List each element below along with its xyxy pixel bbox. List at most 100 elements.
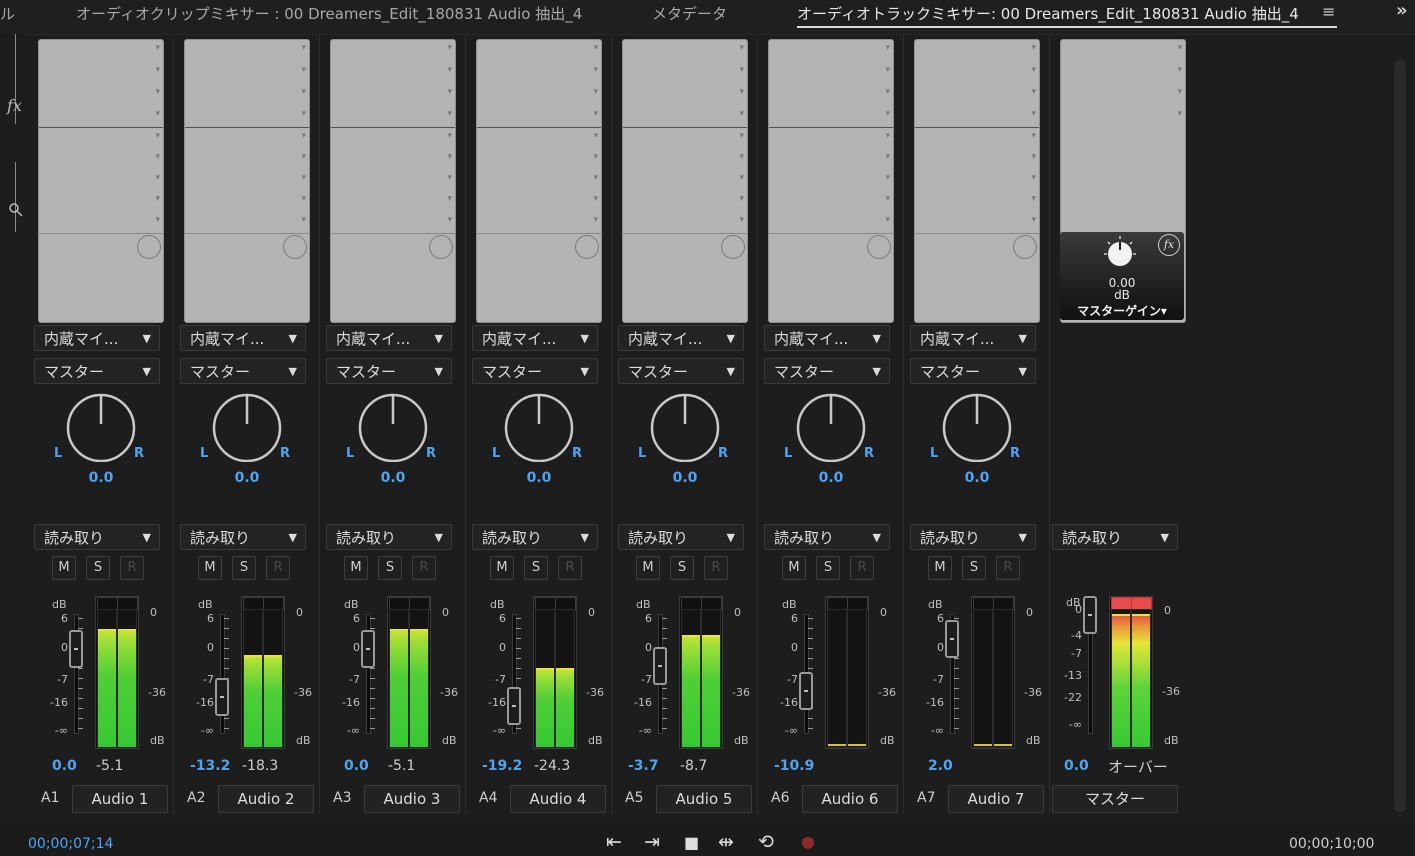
track-name[interactable]: Audio 6 bbox=[802, 785, 898, 813]
effects-sends-panel[interactable]: ▾ ▾ ▾ ▾ ▾ ▾ ▾ ▾ ▾ bbox=[330, 39, 456, 323]
fx-slot-dropdown-icon[interactable]: ▾ bbox=[1177, 88, 1182, 97]
master-fader-handle[interactable] bbox=[1083, 596, 1097, 634]
fx-slot-dropdown-icon[interactable]: ▾ bbox=[1031, 132, 1036, 141]
fx-slot-dropdown-icon[interactable]: ▾ bbox=[447, 195, 452, 204]
volume-fader-handle[interactable] bbox=[653, 646, 667, 685]
solo-button[interactable]: S bbox=[670, 556, 694, 580]
volume-value[interactable]: 2.0 bbox=[928, 758, 953, 774]
effects-sends-panel[interactable]: ▾ ▾ ▾ ▾ ▾ ▾ ▾ ▾ ▾ bbox=[914, 39, 1040, 323]
fx-slot-dropdown-icon[interactable]: ▾ bbox=[593, 174, 598, 183]
mute-button[interactable]: M bbox=[782, 556, 806, 580]
effects-sends-panel[interactable]: ▾ ▾ ▾ ▾ ▾ ▾ ▾ ▾ ▾ bbox=[476, 39, 602, 323]
panel-menu-icon[interactable]: ≡ bbox=[1322, 2, 1335, 21]
fx-slot-dropdown-icon[interactable]: ▾ bbox=[447, 88, 452, 97]
automation-mode-select[interactable]: 読み取り ▼ bbox=[326, 524, 452, 550]
track-name[interactable]: Audio 7 bbox=[948, 785, 1044, 813]
fx-slot-dropdown-icon[interactable]: ▾ bbox=[739, 195, 744, 204]
fx-slot-dropdown-icon[interactable]: ▾ bbox=[739, 174, 744, 183]
fx-slot-dropdown-icon[interactable]: ▾ bbox=[739, 88, 744, 97]
record-enable-button[interactable]: R bbox=[850, 556, 874, 580]
track-name[interactable]: Audio 3 bbox=[364, 785, 460, 813]
fx-slot-dropdown-icon[interactable]: ▾ bbox=[301, 153, 306, 162]
pan-value[interactable]: 0.0 bbox=[346, 470, 440, 486]
solo-button[interactable]: S bbox=[962, 556, 986, 580]
volume-fader-handle[interactable] bbox=[945, 620, 959, 659]
fx-slot-dropdown-icon[interactable]: ▾ bbox=[155, 44, 160, 53]
current-timecode[interactable]: 00;00;07;14 bbox=[28, 836, 113, 852]
fx-slot-dropdown-icon[interactable]: ▾ bbox=[1031, 216, 1036, 225]
effects-section-icon[interactable]: fx bbox=[7, 96, 22, 115]
volume-value[interactable]: 0.0 bbox=[52, 758, 77, 774]
fx-slot-dropdown-icon[interactable]: ▾ bbox=[447, 216, 452, 225]
fx-slot-dropdown-icon[interactable]: ▾ bbox=[447, 153, 452, 162]
output-select[interactable]: マスター ▼ bbox=[764, 358, 890, 384]
go-to-in-icon[interactable]: ⇤ bbox=[606, 831, 622, 853]
effects-sends-panel[interactable]: ▾ ▾ ▾ ▾ ▾ ▾ ▾ ▾ ▾ bbox=[184, 39, 310, 323]
master-volume-value[interactable]: 0.0 bbox=[1064, 758, 1089, 774]
effects-sends-panel[interactable]: ▾ ▾ ▾ ▾ ▾ ▾ ▾ ▾ ▾ bbox=[38, 39, 164, 323]
record-enable-button[interactable]: R bbox=[558, 556, 582, 580]
tab-partial[interactable]: ル bbox=[0, 3, 15, 24]
solo-button[interactable]: S bbox=[378, 556, 402, 580]
pan-knob[interactable]: L R 0.0 bbox=[346, 392, 440, 492]
input-select[interactable]: 内蔵マイ... ▼ bbox=[910, 325, 1036, 351]
fx-slot-dropdown-icon[interactable]: ▾ bbox=[1031, 88, 1036, 97]
pan-value[interactable]: 0.0 bbox=[638, 470, 732, 486]
fx-slot-dropdown-icon[interactable]: ▾ bbox=[739, 153, 744, 162]
pan-knob[interactable]: L R 0.0 bbox=[784, 392, 878, 492]
fx-slot-dropdown-icon[interactable]: ▾ bbox=[885, 216, 890, 225]
input-select[interactable]: 内蔵マイ... ▼ bbox=[326, 325, 452, 351]
volume-fader-handle[interactable] bbox=[361, 630, 375, 668]
volume-value[interactable]: 0.0 bbox=[344, 758, 369, 774]
master-gain-knob-icon[interactable] bbox=[1100, 236, 1140, 270]
input-select[interactable]: 内蔵マイ... ▼ bbox=[618, 325, 744, 351]
volume-value[interactable]: -13.2 bbox=[190, 758, 230, 774]
fx-slot-dropdown-icon[interactable]: ▾ bbox=[885, 195, 890, 204]
tab-metadata[interactable]: メタデータ bbox=[652, 3, 727, 24]
solo-button[interactable]: S bbox=[232, 556, 256, 580]
fx-slot-dropdown-icon[interactable]: ▾ bbox=[301, 174, 306, 183]
fx-slot-dropdown-icon[interactable]: ▾ bbox=[301, 216, 306, 225]
mute-button[interactable]: M bbox=[344, 556, 368, 580]
fx-slot-dropdown-icon[interactable]: ▾ bbox=[885, 44, 890, 53]
fx-slot-dropdown-icon[interactable]: ▾ bbox=[447, 132, 452, 141]
pan-knob[interactable]: L R 0.0 bbox=[638, 392, 732, 492]
fx-slot-dropdown-icon[interactable]: ▾ bbox=[739, 44, 744, 53]
pan-value[interactable]: 0.0 bbox=[784, 470, 878, 486]
fader-track[interactable] bbox=[220, 614, 225, 734]
fx-slot-dropdown-icon[interactable]: ▾ bbox=[739, 66, 744, 75]
fx-slot-dropdown-icon[interactable]: ▾ bbox=[885, 174, 890, 183]
pan-value[interactable]: 0.0 bbox=[492, 470, 586, 486]
input-select[interactable]: 内蔵マイ... ▼ bbox=[764, 325, 890, 351]
fx-slot-dropdown-icon[interactable]: ▾ bbox=[1031, 174, 1036, 183]
automation-mode-select[interactable]: 読み取り ▼ bbox=[910, 524, 1036, 550]
volume-fader-handle[interactable] bbox=[69, 630, 83, 668]
pan-value[interactable]: 0.0 bbox=[930, 470, 1024, 486]
fx-slot-dropdown-icon[interactable]: ▾ bbox=[155, 88, 160, 97]
master-track-name[interactable]: マスター bbox=[1052, 785, 1178, 813]
input-select[interactable]: 内蔵マイ... ▼ bbox=[472, 325, 598, 351]
master-gain-control[interactable]: fx 0.00 dB マスターゲイン▾ bbox=[1060, 232, 1184, 320]
pan-knob[interactable]: L R 0.0 bbox=[930, 392, 1024, 492]
fx-slot-dropdown-icon[interactable]: ▾ bbox=[155, 174, 160, 183]
record-enable-button[interactable]: R bbox=[704, 556, 728, 580]
fx-slot-dropdown-icon[interactable]: ▾ bbox=[885, 110, 890, 119]
fx-slot-dropdown-icon[interactable]: ▾ bbox=[593, 216, 598, 225]
fx-slot-dropdown-icon[interactable]: ▾ bbox=[155, 110, 160, 119]
mute-button[interactable]: M bbox=[928, 556, 952, 580]
volume-value[interactable]: -19.2 bbox=[482, 758, 522, 774]
fx-slot-dropdown-icon[interactable]: ▾ bbox=[885, 66, 890, 75]
output-select[interactable]: マスター ▼ bbox=[326, 358, 452, 384]
mute-button[interactable]: M bbox=[636, 556, 660, 580]
fx-slot-dropdown-icon[interactable]: ▾ bbox=[739, 110, 744, 119]
sends-section-icon[interactable] bbox=[8, 202, 24, 218]
fx-slot-dropdown-icon[interactable]: ▾ bbox=[301, 44, 306, 53]
fx-slot-dropdown-icon[interactable]: ▾ bbox=[1031, 44, 1036, 53]
fx-slot-dropdown-icon[interactable]: ▾ bbox=[301, 110, 306, 119]
fx-slot-dropdown-icon[interactable]: ▾ bbox=[301, 66, 306, 75]
volume-value[interactable]: -10.9 bbox=[774, 758, 814, 774]
record-enable-button[interactable]: R bbox=[266, 556, 290, 580]
fx-slot-dropdown-icon[interactable]: ▾ bbox=[155, 66, 160, 75]
send-level-knob[interactable] bbox=[283, 235, 307, 259]
fx-slot-dropdown-icon[interactable]: ▾ bbox=[885, 153, 890, 162]
